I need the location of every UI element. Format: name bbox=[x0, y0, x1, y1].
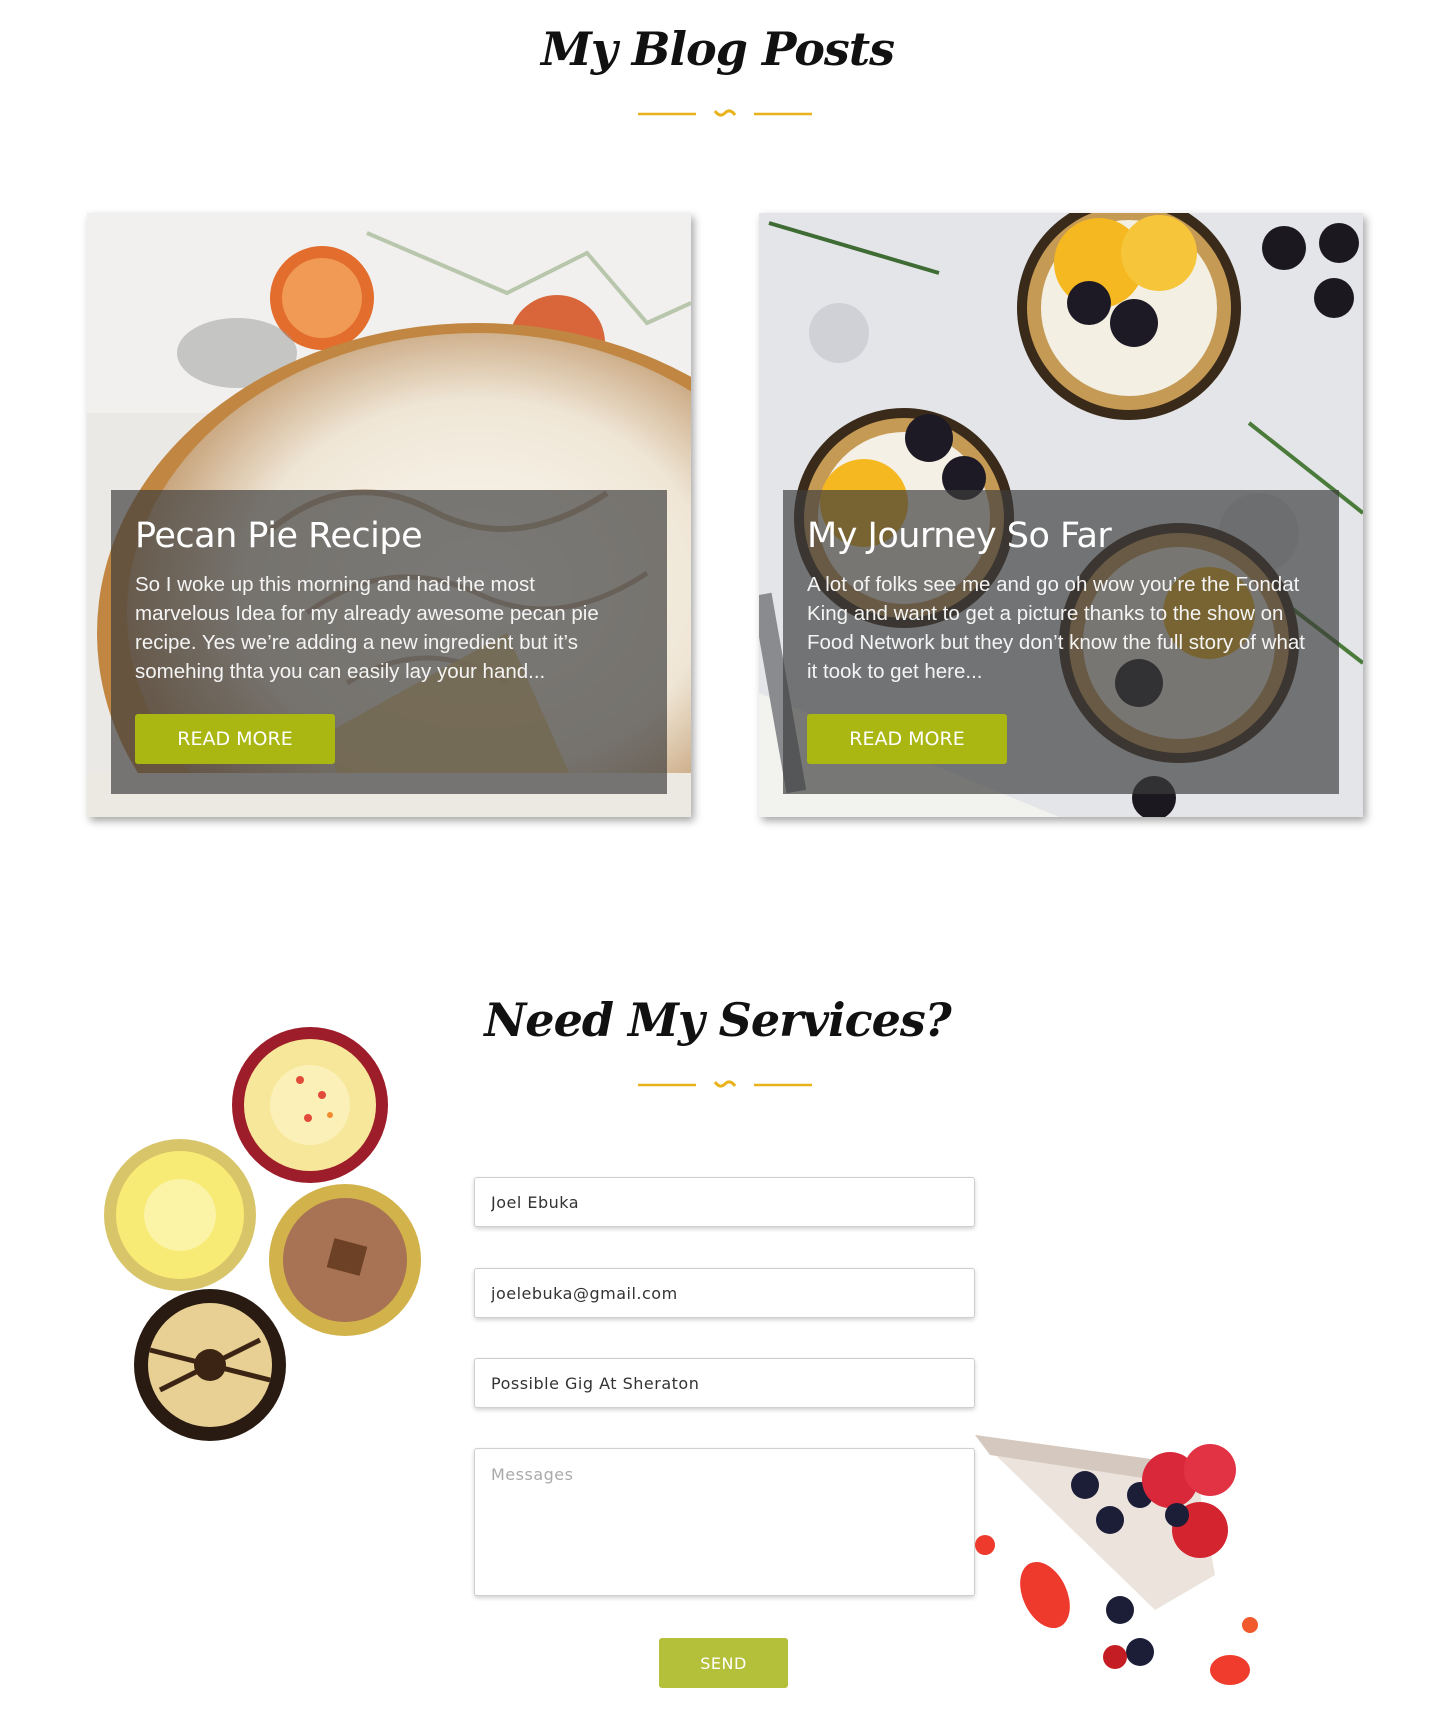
blog-section-title: My Blog Posts bbox=[541, 22, 895, 76]
post-excerpt: A lot of folks see me and go oh wow you’… bbox=[807, 573, 1305, 683]
post-overlay: Pecan Pie Recipe So I woke up this morni… bbox=[111, 490, 667, 794]
post-title: My Journey So Far bbox=[807, 516, 1112, 556]
subject-field[interactable] bbox=[474, 1358, 975, 1408]
blog-card-my-journey: My Journey So Far A lot of folks see me … bbox=[759, 213, 1363, 817]
post-overlay: My Journey So Far A lot of folks see me … bbox=[783, 490, 1339, 794]
read-more-button[interactable]: READ MORE bbox=[135, 714, 335, 764]
read-more-button[interactable]: READ MORE bbox=[807, 714, 1007, 764]
cheesecake-image bbox=[975, 1435, 1258, 1685]
email-field[interactable] bbox=[474, 1268, 975, 1318]
blog-card-pecan-pie: Pecan Pie Recipe So I woke up this morni… bbox=[87, 213, 691, 817]
title-divider-ornament bbox=[638, 109, 812, 117]
send-button[interactable]: SEND bbox=[659, 1638, 788, 1688]
cupcakes-image bbox=[104, 1027, 421, 1441]
post-excerpt: So I woke up this morning and had the mo… bbox=[135, 573, 599, 683]
name-field[interactable] bbox=[474, 1177, 975, 1227]
post-title: Pecan Pie Recipe bbox=[135, 516, 423, 556]
message-field[interactable] bbox=[474, 1448, 975, 1596]
title-divider-ornament bbox=[638, 1080, 812, 1088]
